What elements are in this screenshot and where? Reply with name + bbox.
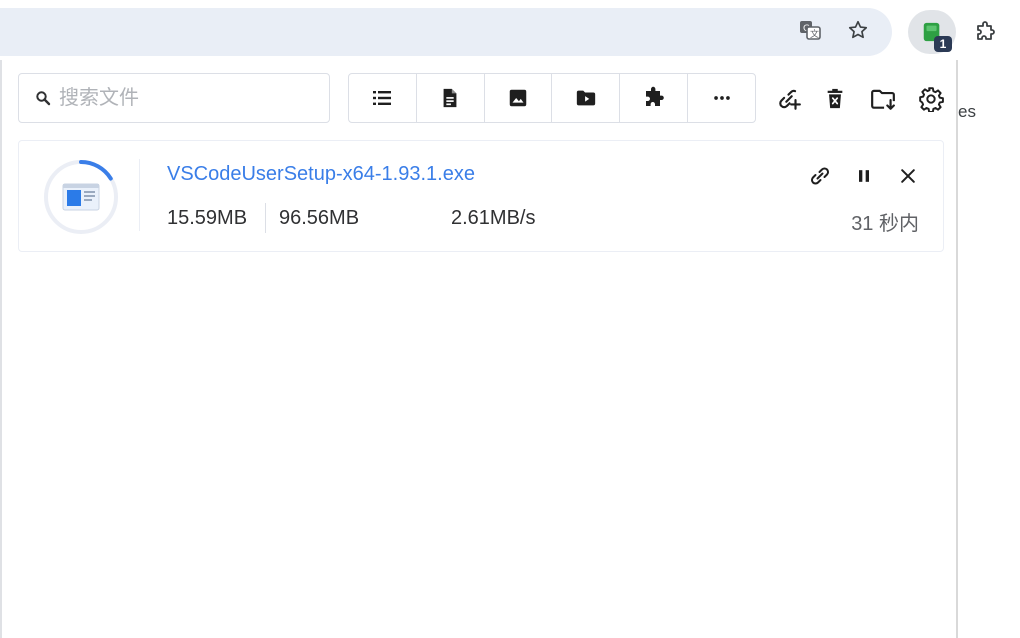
list-icon [373, 91, 392, 105]
filter-video-button[interactable] [552, 74, 621, 122]
more-icon [713, 96, 730, 100]
browser-toolbar: G文 1 [0, 0, 1020, 60]
search-icon [36, 91, 51, 106]
svg-text:文: 文 [810, 28, 819, 40]
downloaded-size: 15.59MB [167, 207, 248, 229]
filter-document-button[interactable] [417, 74, 485, 122]
search-box[interactable] [18, 73, 330, 123]
folder-icon[interactable] [868, 84, 898, 114]
puzzle-icon [977, 21, 995, 40]
stats-divider [265, 203, 266, 233]
time-remaining: 31 秒内 [851, 213, 919, 235]
pause-icon[interactable] [849, 161, 879, 191]
filter-extension-button[interactable] [620, 74, 689, 122]
filter-all-button[interactable] [349, 74, 417, 122]
image-icon [509, 89, 527, 107]
card-divider [139, 159, 140, 231]
video-icon [576, 90, 596, 106]
copy-link-icon[interactable] [805, 161, 835, 191]
background-page [956, 60, 1020, 638]
extension-badge: 1 [934, 36, 952, 52]
file-type-filter [348, 73, 756, 123]
address-bar[interactable] [0, 8, 892, 56]
close-icon[interactable] [893, 161, 923, 191]
translate-icon[interactable]: G文 [798, 18, 822, 42]
extensions-menu-button[interactable] [958, 10, 1014, 54]
add-link-icon[interactable] [774, 84, 804, 114]
file-type-icon [62, 183, 100, 211]
search-input[interactable] [59, 86, 309, 110]
download-popup: VSCodeUserSetup-x64-1.93.1.exe 15.59MB 9… [0, 60, 956, 638]
download-progress-ring [44, 160, 118, 234]
delete-icon[interactable] [820, 84, 850, 114]
filter-image-button[interactable] [485, 74, 553, 122]
total-size: 96.56MB [279, 207, 360, 229]
download-item: VSCodeUserSetup-x64-1.93.1.exe 15.59MB 9… [18, 140, 944, 252]
gear-icon[interactable] [916, 84, 946, 114]
puzzle-icon [645, 86, 664, 106]
background-page-text: es [958, 102, 976, 121]
filter-more-button[interactable] [688, 74, 755, 122]
document-icon [443, 88, 457, 108]
star-icon[interactable] [846, 18, 870, 42]
file-name-link[interactable]: VSCodeUserSetup-x64-1.93.1.exe [167, 163, 475, 186]
download-speed: 2.61MB/s [451, 207, 536, 229]
background-more-icon: ⋮ [1012, 100, 1020, 121]
